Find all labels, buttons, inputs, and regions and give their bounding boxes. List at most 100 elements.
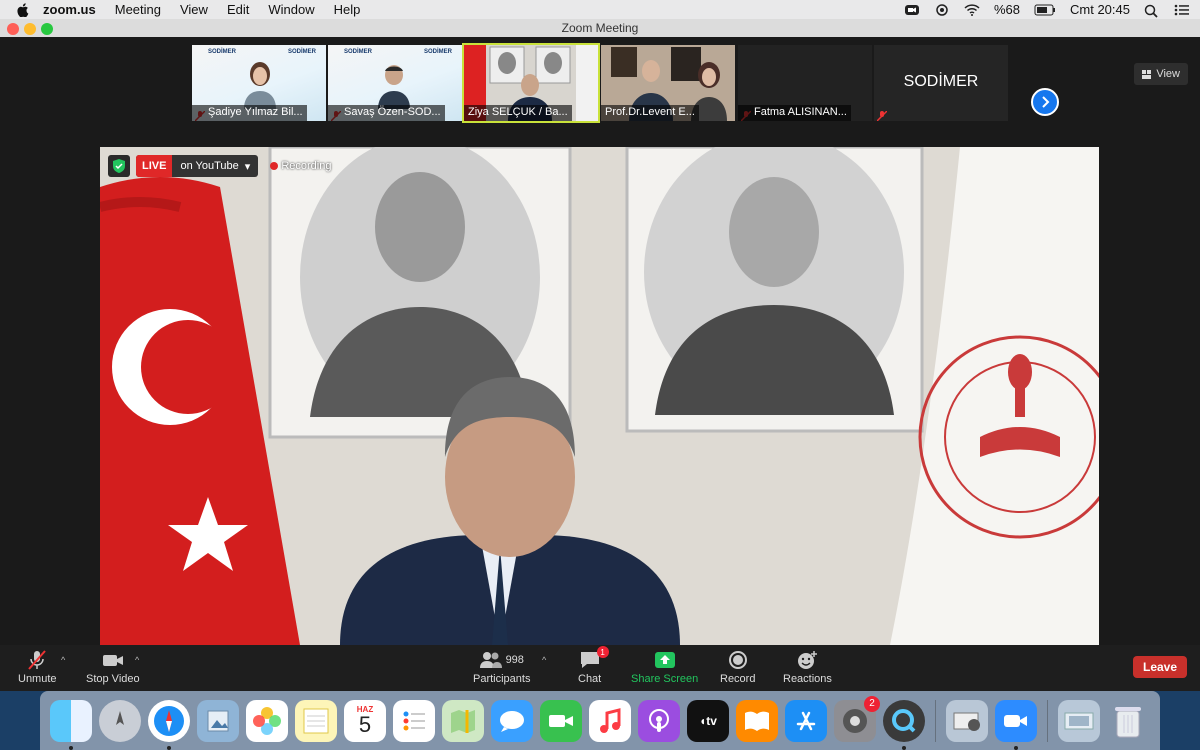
participant-name: Savaş Özen-SOD... [328,105,445,121]
battery-icon[interactable] [1034,4,1056,16]
close-window-button[interactable] [7,23,19,35]
active-speaker-video[interactable]: LIVE on YouTube ▾ Recording [100,147,1099,645]
caret-down-icon: ▾ [244,160,251,173]
minimize-window-button[interactable] [24,23,36,35]
launchpad-icon[interactable] [99,699,141,742]
speaker-video-frame [100,147,1099,645]
photos-icon[interactable] [246,699,288,742]
running-indicator [69,745,73,750]
participant-thumbnail[interactable]: Fatma ALISINAN... [738,45,872,121]
menu-meeting[interactable]: Meeting [115,2,161,17]
downloads-icon[interactable] [1058,699,1100,742]
menu-app-name[interactable]: zoom.us [43,2,96,17]
menu-window[interactable]: Window [268,2,314,17]
reminders-icon[interactable] [393,699,435,742]
sodimer-logo-text: SODİMER [288,49,317,55]
maximize-window-button[interactable] [41,23,53,35]
reactions-button[interactable]: Reactions [783,649,832,685]
participants-icon [479,652,502,668]
video-options-caret-icon[interactable]: ^ [135,655,139,665]
participants-button[interactable]: 998 Participants [473,649,530,685]
maps-icon[interactable] [442,699,484,742]
chat-badge: 1 [596,646,609,658]
participant-thumbnail[interactable]: SODİMER SODİMER Savaş Özen-SOD... [328,45,462,121]
menu-help[interactable]: Help [334,2,361,17]
tv-label-icon: ◖tv [699,713,717,728]
facetime-icon[interactable] [540,699,582,742]
window-titlebar: Zoom Meeting [0,19,1200,37]
camera-icon [101,649,125,671]
participant-name: Prof.Dr.Levent E... [601,105,699,121]
books-icon[interactable] [736,699,778,742]
participant-name: Fatma ALISINAN... [738,105,851,121]
window-title: Zoom Meeting [561,21,639,35]
muted-mic-icon [876,108,888,121]
participant-thumbnail[interactable]: Prof.Dr.Levent E... [601,45,735,121]
menu-view[interactable]: View [180,2,208,17]
wifi-icon[interactable] [964,3,980,16]
stop-video-button[interactable]: Stop Video [86,649,140,685]
share-screen-label: Share Screen [631,673,699,685]
screen-mirror-icon[interactable] [934,3,950,16]
participant-name: Şadiye Yılmaz Bil... [192,105,307,121]
muted-mic-icon [26,649,48,671]
image-capture-icon[interactable] [946,699,988,742]
chevron-right-icon [1042,96,1050,108]
record-button[interactable]: Record [720,649,755,685]
system-preferences-icon[interactable]: 2 [834,695,880,742]
meeting-toolbar: Unmute ^ Stop Video ^ 998 Participants ^… [0,645,1200,691]
reactions-icon [796,649,818,671]
recording-dot-icon [270,162,279,170]
apple-icon[interactable] [17,2,29,17]
messages-icon[interactable] [491,699,533,742]
stream-destination: on YouTube ▾ [172,160,258,173]
reactions-label: Reactions [783,673,832,685]
music-icon[interactable] [589,699,631,742]
sodimer-logo-text: SODİMER [424,49,453,55]
chat-button[interactable]: 1 Chat [578,646,609,685]
calendar-day: 5 [358,712,372,737]
notes-icon[interactable] [295,699,337,742]
view-button[interactable]: View [1134,63,1188,85]
participant-count: 998 [505,654,524,666]
live-stream-menu[interactable]: LIVE on YouTube ▾ [136,155,259,177]
participant-name: Ziya SELÇUK / Ba... [464,105,572,121]
grid-icon [1142,69,1152,79]
stream-destination-label: on YouTube [180,160,239,172]
participants-icon-group: 998 [479,649,524,671]
audio-options-caret-icon[interactable]: ^ [61,655,65,665]
podcasts-icon[interactable] [638,699,680,742]
unmute-label: Unmute [18,673,57,685]
record-label: Record [720,673,756,685]
app-store-icon[interactable] [785,699,827,742]
running-indicator [902,745,906,750]
spotlight-search-icon[interactable] [1144,4,1160,18]
quicktime-icon[interactable] [883,699,925,750]
zoom-status-icon[interactable] [904,4,920,16]
next-page-button[interactable] [1031,88,1059,116]
record-icon [728,649,748,671]
calendar-icon[interactable]: HAZ 5 [344,699,386,742]
leave-button[interactable]: Leave [1133,656,1187,678]
running-indicator [167,745,171,750]
participant-thumbnail[interactable]: SODİMER [874,45,1008,121]
participant-thumbnail[interactable]: SODİMER SODİMER Şadiye Yılmaz Bil... [192,45,326,121]
menu-clock[interactable]: Cmt 20:45 [1070,2,1130,17]
menu-edit[interactable]: Edit [227,2,249,17]
finder-icon[interactable] [50,699,92,750]
share-screen-button[interactable]: Share Screen [631,649,698,685]
trash-icon[interactable] [1107,700,1149,742]
safari-icon[interactable] [148,699,190,750]
tv-icon[interactable]: ◖tv [687,699,729,742]
unmute-button[interactable]: Unmute [18,649,57,685]
control-center-icon[interactable] [1174,4,1190,16]
zoom-icon[interactable] [995,699,1037,750]
participants-options-caret-icon[interactable]: ^ [542,655,546,665]
preview-icon[interactable] [197,699,239,742]
recording-indicator[interactable]: Recording [270,160,331,172]
participant-thumbnail-active-speaker[interactable]: Ziya SELÇUK / Ba... [462,43,600,123]
dock: HAZ 5 ◖tv 2 [40,691,1160,750]
share-screen-icon [654,649,676,671]
security-shield-icon[interactable] [108,155,130,177]
dock-separator [935,699,936,742]
